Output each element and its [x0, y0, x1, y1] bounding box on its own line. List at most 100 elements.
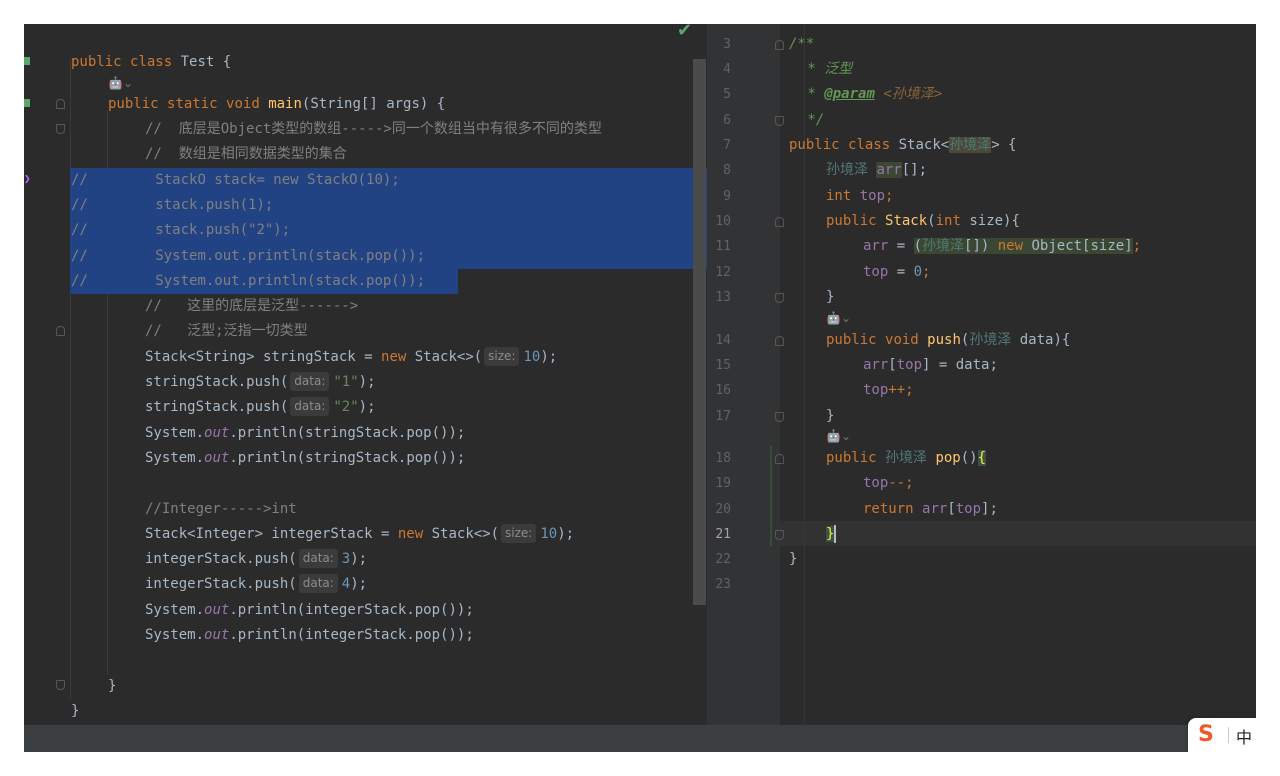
run-marker[interactable]	[24, 57, 30, 65]
ai-assist-icon[interactable]: 🤖⌄	[826, 428, 851, 444]
code-line: }	[108, 678, 117, 694]
code-line: }	[826, 289, 835, 305]
param-hint: data:	[290, 397, 330, 416]
line-number: 4	[723, 62, 731, 77]
ai-assist-icon[interactable]: 🤖⌄	[108, 75, 133, 91]
line-number: 10	[715, 214, 731, 229]
current-line-highlight	[780, 521, 1256, 546]
line-number: 20	[715, 502, 731, 517]
fold-icon[interactable]	[775, 454, 784, 464]
code-line: arr = (孙境泽[]) new Object[size];	[863, 238, 1142, 254]
line-number: 19	[715, 476, 731, 491]
code-line: Stack<Integer> integerStack = new Stack<…	[145, 524, 575, 543]
code-line: Stack<String> stringStack = new Stack<>(…	[145, 347, 558, 366]
code-line: }	[826, 408, 835, 424]
code-line: stringStack.push(data: "2");	[145, 397, 376, 416]
code-line: }	[71, 703, 80, 719]
vcs-change-marker[interactable]	[770, 446, 772, 546]
fold-icon[interactable]	[56, 680, 65, 690]
code-line: stringStack.push(data: "1");	[145, 372, 376, 391]
fold-icon[interactable]	[56, 124, 65, 134]
comment-line: // StackO stack= new StackO(10);	[71, 172, 400, 188]
comment-line: // System.out.println(stack.pop());	[71, 248, 426, 264]
comment-line: // 这里的底层是泛型------>	[145, 298, 359, 314]
param-hint: size:	[484, 347, 520, 366]
line-number: 8	[723, 163, 731, 178]
comment-line: // 泛型;泛指一切类型	[145, 323, 308, 339]
comment-line: // stack.push(1);	[71, 197, 274, 213]
code-line: arr[top] = data;	[863, 357, 998, 373]
code-line: 孙境泽 arr[];	[826, 162, 928, 178]
fold-icon[interactable]	[775, 217, 784, 227]
right-gutter: 3 4 5 6 7 8 9 10 11 12 13 14 15 16 17 18…	[707, 24, 784, 725]
doc-comment: * @param <孙境泽>	[799, 86, 943, 102]
doc-comment: */	[799, 112, 825, 128]
fold-icon[interactable]	[56, 99, 65, 109]
line-number: 21	[715, 527, 731, 542]
doc-comment: /**	[789, 36, 815, 52]
param-hint: data:	[298, 549, 338, 568]
param-hint: data:	[290, 372, 330, 391]
line-number: 15	[715, 358, 731, 373]
comment-line: // 数组是相同数据类型的集合	[145, 146, 347, 162]
code-line: System.out.println(integerStack.pop());	[145, 602, 474, 618]
left-gutter: ❯	[24, 24, 68, 725]
ime-divider	[1228, 727, 1229, 743]
code-line: System.out.println(stringStack.pop());	[145, 425, 466, 441]
run-marker[interactable]	[24, 99, 30, 107]
param-hint: size:	[501, 524, 537, 543]
bookmark-icon[interactable]: ❯	[24, 173, 34, 184]
line-number: 12	[715, 265, 731, 280]
line-number: 14	[715, 333, 731, 348]
fold-icon[interactable]	[775, 530, 784, 540]
left-editor[interactable]: ❯ ✔ public class Test { 🤖⌄ public static…	[24, 24, 707, 725]
ime-toolbar[interactable]: S 中	[1188, 718, 1256, 752]
code-line: public static void main(String[] args) {	[108, 96, 446, 112]
fold-icon[interactable]	[775, 412, 784, 422]
fold-icon[interactable]	[775, 336, 784, 346]
fold-icon[interactable]	[775, 293, 784, 303]
line-number: 7	[723, 138, 731, 153]
code-line: System.out.println(stringStack.pop());	[145, 450, 466, 466]
ai-assist-icon[interactable]: 🤖⌄	[826, 310, 851, 326]
vertical-scrollbar[interactable]	[693, 59, 706, 605]
ime-language-toggle[interactable]: 中	[1236, 724, 1252, 748]
code-line: public class Test {	[71, 54, 232, 70]
line-number: 5	[723, 87, 731, 102]
code-line: System.out.println(integerStack.pop());	[145, 627, 474, 643]
code-line: top = 0;	[863, 264, 931, 280]
comment-line: // System.out.println(stack.pop());	[71, 273, 426, 289]
comment-line: // 底层是Object类型的数组----->同一个数组当中有很多不同的类型	[145, 121, 602, 137]
inspection-ok-icon[interactable]: ✔	[677, 24, 692, 41]
fold-icon[interactable]	[775, 116, 784, 126]
code-line: integerStack.push(data: 3);	[145, 549, 368, 568]
comment-line: //Integer----->int	[145, 501, 297, 517]
text-caret	[834, 525, 837, 543]
line-number: 16	[715, 383, 731, 398]
fold-icon[interactable]	[775, 40, 784, 50]
doc-comment: * 泛型	[799, 61, 853, 77]
code-line: public class Stack<孙境泽> {	[789, 137, 1017, 153]
code-line: int top;	[826, 188, 894, 204]
right-editor[interactable]: 3 4 5 6 7 8 9 10 11 12 13 14 15 16 17 18…	[707, 24, 1256, 725]
fold-icon[interactable]	[56, 326, 65, 336]
line-number: 6	[723, 113, 731, 128]
code-line: }	[789, 551, 798, 567]
code-line: public void push(孙境泽 data){	[826, 332, 1071, 348]
code-line: top--;	[863, 475, 914, 491]
status-bar	[24, 725, 1256, 752]
line-number: 22	[715, 552, 731, 567]
line-number: 3	[723, 37, 731, 52]
code-line: return arr[top];	[863, 501, 998, 517]
sogou-logo-icon[interactable]: S	[1198, 722, 1214, 747]
line-number: 11	[715, 239, 731, 254]
code-line: top++;	[863, 382, 914, 398]
line-number: 13	[715, 290, 731, 305]
comment-line: // stack.push("2");	[71, 222, 291, 238]
line-number: 18	[715, 451, 731, 466]
ide-window: ❯ ✔ public class Test { 🤖⌄ public static…	[24, 24, 1256, 752]
code-line: integerStack.push(data: 4);	[145, 574, 368, 593]
param-hint: data:	[298, 574, 338, 593]
indent-guide	[70, 59, 71, 699]
code-line: public Stack(int size){	[826, 213, 1020, 229]
